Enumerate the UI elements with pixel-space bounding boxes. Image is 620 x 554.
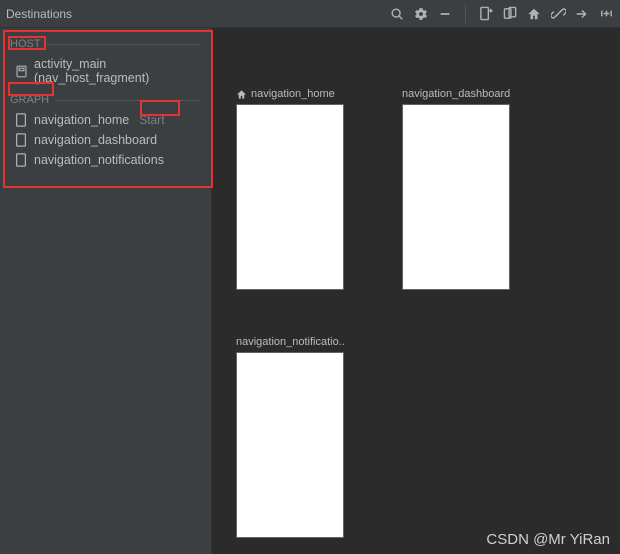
destination-icon bbox=[14, 113, 28, 127]
preview-frame[interactable] bbox=[236, 352, 344, 538]
host-item[interactable]: activity_main (nav_host_fragment) bbox=[0, 54, 211, 88]
preview-dashboard[interactable]: navigation_dashboard bbox=[402, 88, 510, 290]
preview-label-text: navigation_notificatio... bbox=[236, 336, 344, 348]
preview-label-text: navigation_home bbox=[251, 88, 335, 100]
add-destination-icon[interactable] bbox=[478, 6, 494, 22]
destination-icon bbox=[14, 153, 28, 167]
panel-toolbar-icons bbox=[389, 5, 614, 23]
nav-graph-canvas[interactable]: navigation_home navigation_dashboard nav… bbox=[212, 28, 620, 554]
minimize-icon[interactable] bbox=[437, 6, 453, 22]
graph-item-label: navigation_home bbox=[34, 113, 129, 127]
host-section-label: HOST bbox=[10, 38, 41, 50]
link-icon[interactable] bbox=[550, 6, 566, 22]
gear-icon[interactable] bbox=[413, 6, 429, 22]
nested-graph-icon[interactable] bbox=[502, 6, 518, 22]
watermark: CSDN @Mr YiRan bbox=[486, 531, 610, 548]
destinations-sidebar: HOST activity_main (nav_host_fragment) G… bbox=[0, 28, 212, 554]
graph-item-dashboard[interactable]: navigation_dashboard bbox=[0, 130, 211, 150]
action-arrow-icon[interactable] bbox=[574, 6, 590, 22]
home-icon bbox=[236, 89, 247, 100]
graph-item-notifications[interactable]: navigation_notifications bbox=[0, 150, 211, 170]
graph-item-home[interactable]: navigation_home Start bbox=[0, 110, 211, 130]
preview-frame[interactable] bbox=[402, 104, 510, 290]
preview-notifications[interactable]: navigation_notificatio... bbox=[236, 336, 344, 538]
graph-item-label: navigation_notifications bbox=[34, 153, 164, 167]
preview-frame[interactable] bbox=[236, 104, 344, 290]
graph-section-header: GRAPH bbox=[0, 88, 211, 110]
fragment-icon bbox=[14, 64, 28, 78]
destination-icon bbox=[14, 133, 28, 147]
top-toolbar: Destinations bbox=[0, 0, 620, 28]
search-icon[interactable] bbox=[389, 6, 405, 22]
graph-item-label: navigation_dashboard bbox=[34, 133, 157, 147]
host-section-header: HOST bbox=[0, 32, 211, 54]
auto-arrange-icon[interactable] bbox=[598, 6, 614, 22]
host-item-label: activity_main (nav_host_fragment) bbox=[34, 57, 201, 85]
start-badge: Start bbox=[139, 113, 164, 127]
panel-title: Destinations bbox=[6, 7, 72, 21]
home-icon[interactable] bbox=[526, 6, 542, 22]
graph-section-label: GRAPH bbox=[10, 94, 49, 106]
preview-home[interactable]: navigation_home bbox=[236, 88, 344, 290]
preview-label-text: navigation_dashboard bbox=[402, 88, 510, 100]
